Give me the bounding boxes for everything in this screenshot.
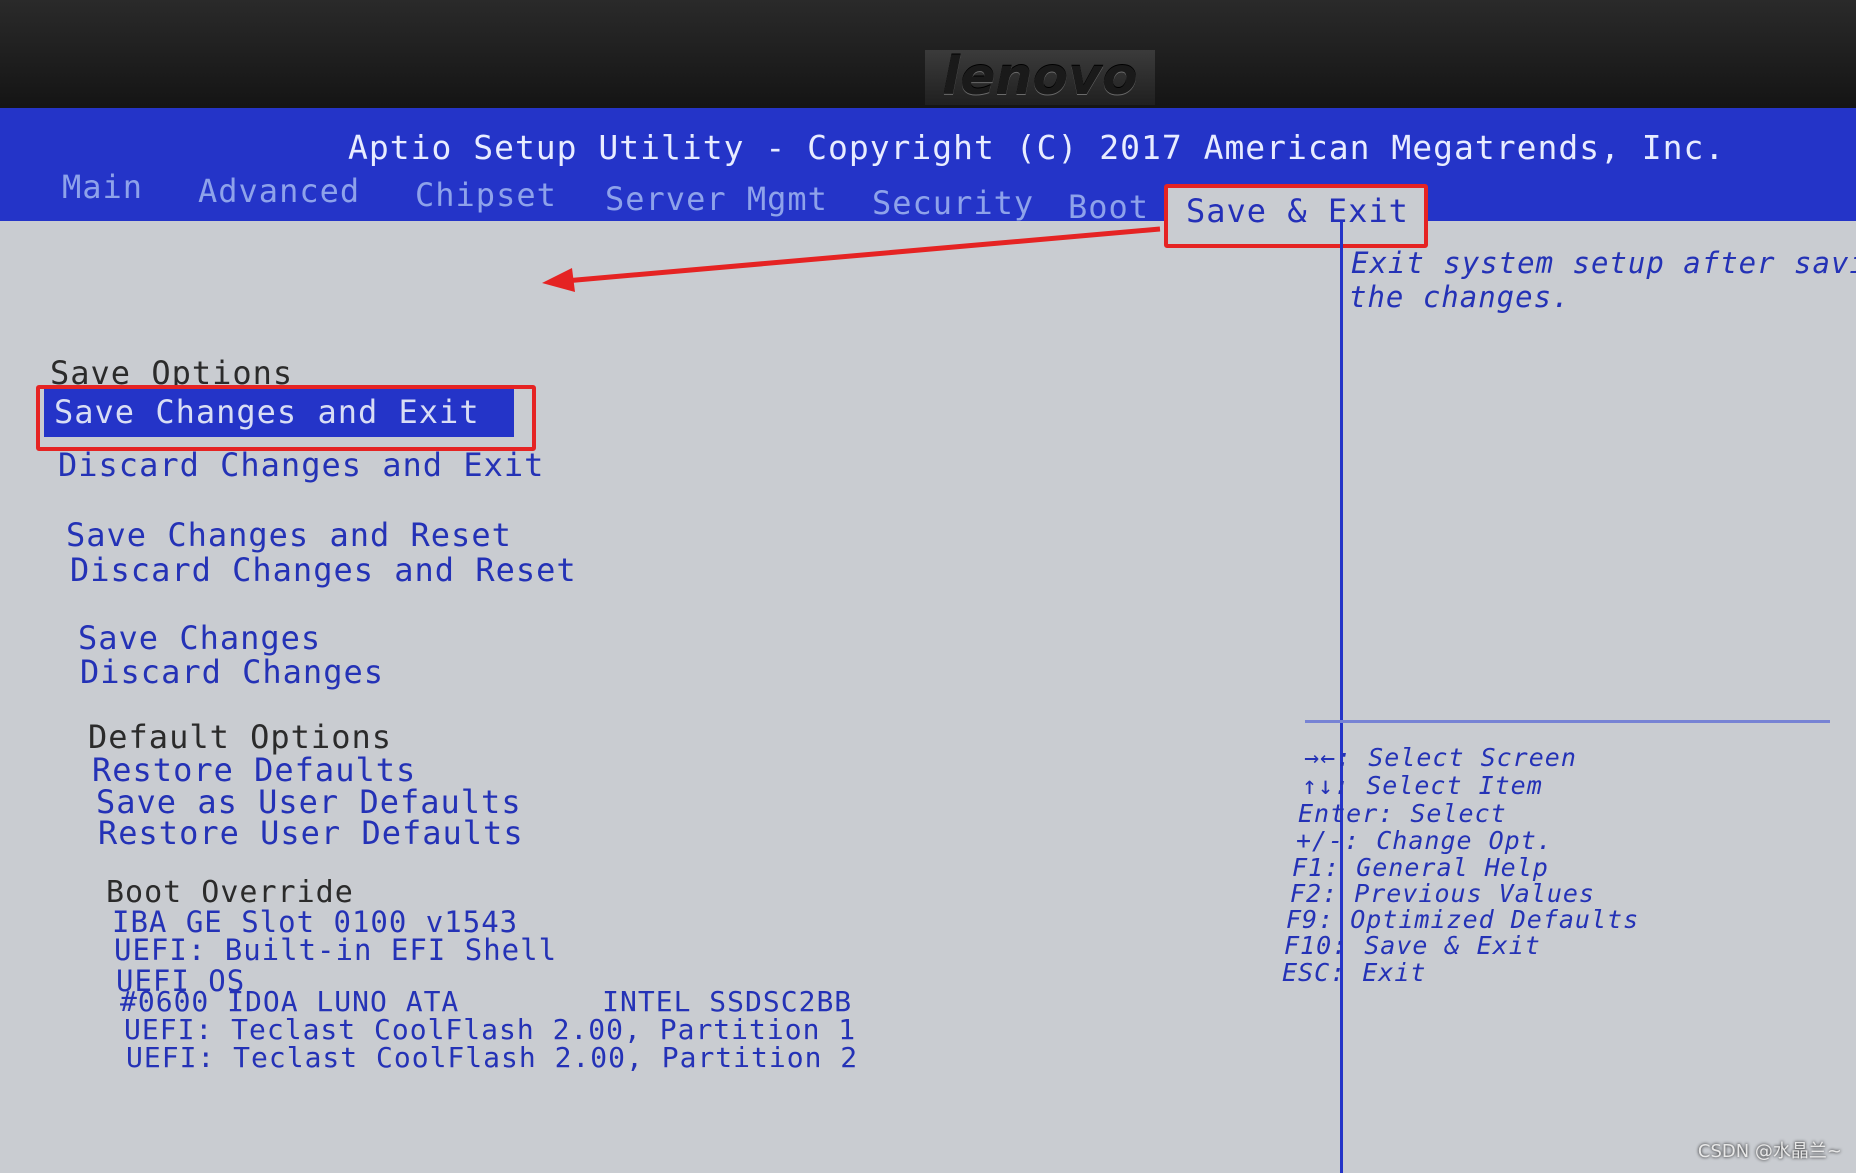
- title-bar: Aptio Setup Utility - Copyright (C) 2017…: [0, 108, 1856, 234]
- tab-server-mgmt[interactable]: Server Mgmt: [605, 180, 828, 218]
- selection-annotation-box: [36, 385, 536, 451]
- key-hint: ESC: Exit: [1282, 958, 1427, 987]
- bios-screen: Aptio Setup Utility - Copyright (C) 2017…: [0, 108, 1856, 1173]
- tab-main[interactable]: Main: [62, 168, 143, 206]
- key-hint: F10: Save & Exit: [1284, 931, 1541, 960]
- tab-security[interactable]: Security: [872, 184, 1034, 222]
- restore-user-defaults[interactable]: Restore User Defaults: [98, 814, 524, 852]
- help-text-line: the changes.: [1349, 280, 1571, 314]
- discard-changes-and-reset[interactable]: Discard Changes and Reset: [70, 551, 577, 589]
- help-divider: [1305, 720, 1830, 723]
- boot-device[interactable]: UEFI: Teclast CoolFlash 2.00, Partition …: [126, 1041, 858, 1074]
- monitor-brand-logo: lenovo: [925, 50, 1155, 105]
- key-hint: F9: Optimized Defaults: [1286, 905, 1640, 934]
- key-hint: ↑↓: Select Item: [1302, 771, 1543, 800]
- key-hint: →←: Select Screen: [1304, 743, 1577, 772]
- save-changes[interactable]: Save Changes: [78, 619, 321, 657]
- discard-changes-and-exit[interactable]: Discard Changes and Exit: [58, 446, 544, 484]
- key-hint: Enter: Select: [1298, 799, 1507, 828]
- discard-changes[interactable]: Discard Changes: [80, 653, 384, 691]
- help-text-line: Exit system setup after savin: [1351, 246, 1856, 280]
- app-title: Aptio Setup Utility - Copyright (C) 2017…: [348, 128, 1726, 167]
- help-panel: Exit system setup after savin the change…: [1340, 236, 1856, 1173]
- key-hint: F1: General Help: [1292, 853, 1549, 882]
- boot-device[interactable]: UEFI: Built-in EFI Shell: [114, 933, 557, 967]
- tab-chipset[interactable]: Chipset: [415, 176, 557, 214]
- tab-advanced[interactable]: Advanced: [198, 172, 360, 210]
- watermark: CSDN @水晶兰~: [1697, 1141, 1842, 1162]
- save-changes-and-reset[interactable]: Save Changes and Reset: [66, 516, 512, 554]
- key-hint: F2: Previous Values: [1290, 879, 1595, 908]
- key-hint: +/-: Change Opt.: [1296, 826, 1553, 855]
- menu-panel: Save Options Discard Changes and Exit Sa…: [0, 221, 1343, 1173]
